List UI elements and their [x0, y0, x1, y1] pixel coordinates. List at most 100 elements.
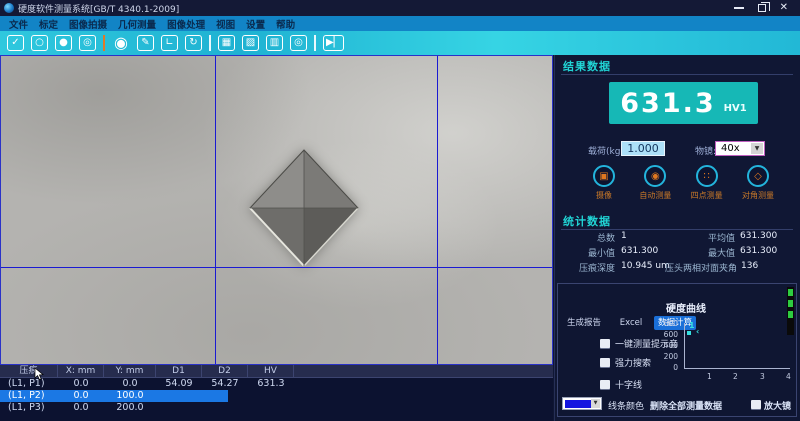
ruler-icon[interactable]: ∟	[161, 35, 178, 51]
load-input[interactable]: 1.000	[621, 141, 665, 156]
window-title: 硬度软件测量系统[GB/T 4340.1-2009]	[18, 2, 179, 15]
app-icon	[4, 3, 14, 13]
hardness-curve-plot: 1 ‹	[684, 323, 790, 369]
xtick-3: 3	[760, 372, 765, 381]
menu-geometry-measure[interactable]: 几何测量	[118, 17, 156, 31]
capture-label: 摄像	[596, 190, 612, 201]
line-color-label: 线条颜色	[608, 399, 644, 412]
scrollbar-thumb[interactable]	[788, 311, 793, 318]
ytick-0: 0	[658, 363, 678, 372]
divider	[561, 229, 793, 230]
camera-preview-icon[interactable]: ◎	[290, 35, 307, 51]
diagonal-measure-button[interactable]: ◇ 对角测量	[733, 165, 783, 201]
four-point-measure-button[interactable]: ∷ 四点测量	[682, 165, 732, 201]
total-value: 1	[621, 231, 627, 241]
crosshair-checkbox[interactable]	[600, 380, 610, 389]
capture-button[interactable]: ▣ 摄像	[579, 165, 629, 201]
crosshair-checkbox-label: 十字线	[615, 378, 642, 391]
menu-image-process[interactable]: 图像处理	[167, 17, 205, 31]
generate-report-button[interactable]: 生成报告	[562, 316, 606, 330]
menubar: 文件 标定 图像拍摄 几何测量 图像处理 视图 设置 帮助	[0, 16, 800, 31]
col-y[interactable]: Y: mm	[104, 365, 156, 377]
magnifier-checkbox[interactable]	[751, 400, 761, 409]
toolbar-separator	[103, 35, 105, 51]
color-swatch	[565, 400, 591, 408]
scrollbar-thumb[interactable]	[788, 300, 793, 307]
crosshair-vertical-line-right[interactable]	[437, 56, 438, 364]
auto-measure-button[interactable]: ◉ 自动测量	[630, 165, 680, 201]
line-color-dropdown[interactable]: ▼	[562, 397, 602, 410]
col-indent[interactable]: 压痕	[0, 365, 58, 377]
hardness-result-display: 631.3 HV1	[609, 82, 758, 124]
min-label: 最小值	[565, 246, 615, 259]
max-value: 631.300	[740, 246, 777, 256]
col-d2[interactable]: D2	[202, 365, 248, 377]
calibration-check-icon[interactable]: ✓	[7, 35, 24, 51]
table-row[interactable]: (L1, P3) 0.0 200.0	[0, 402, 553, 414]
action-buttons: ▣ 摄像 ◉ 自动测量 ∷ 四点测量 ◇ 对角测量	[579, 165, 783, 201]
table-row[interactable]: (L1, P1) 0.0 0.0 54.09 54.27 631.3	[0, 378, 553, 390]
objective-label: 物镜:	[695, 144, 716, 157]
grid-table-icon[interactable]: ▦	[218, 35, 235, 51]
close-icon[interactable]: ✕	[780, 3, 788, 13]
notepad-edit-icon[interactable]: ✎	[137, 35, 154, 51]
camera-target-icon[interactable]: ◎	[79, 35, 96, 51]
excel-export-button[interactable]: Excel	[614, 316, 648, 330]
crosshair-vertical-line-left[interactable]	[215, 56, 216, 364]
menu-settings[interactable]: 设置	[246, 17, 265, 31]
play-to-end-icon[interactable]: ▶▏	[323, 35, 344, 51]
toolbar-separator	[209, 35, 211, 51]
ytick-200: 200	[658, 352, 678, 361]
rotate-icon[interactable]: ↻	[185, 35, 202, 51]
total-label: 总数	[565, 231, 615, 244]
menu-image-capture[interactable]: 图像拍摄	[69, 17, 107, 31]
vertical-scrollbar[interactable]	[787, 287, 794, 335]
minimize-icon[interactable]	[734, 7, 744, 9]
strong-search-label: 强力搜索	[615, 356, 651, 369]
chart-title: 硬度曲线	[666, 300, 706, 315]
avg-label: 平均值	[673, 231, 735, 244]
col-hv[interactable]: HV	[248, 365, 294, 377]
camera-frame-icon[interactable]: ○	[31, 35, 48, 51]
strong-search-checkbox[interactable]	[600, 358, 610, 367]
magnifier-label: 放大镜	[764, 399, 791, 412]
right-panel: 结果数据 631.3 HV1 载荷(kg): 1.000 物镜: 40x ▼ ▣…	[554, 55, 800, 421]
scrollbar-thumb[interactable]	[788, 289, 793, 296]
objective-select[interactable]: 40x ▼	[715, 141, 765, 156]
chevron-down-icon[interactable]: ▼	[751, 143, 763, 154]
camera-capture-icon[interactable]: ●	[55, 35, 72, 51]
divider	[561, 74, 793, 75]
menu-help[interactable]: 帮助	[276, 17, 295, 31]
beep-checkbox[interactable]	[600, 339, 610, 348]
crosshair-horizontal-line[interactable]	[1, 267, 552, 268]
min-value: 631.300	[621, 246, 658, 256]
tools-chart-box: 生成报告 Excel 数据计算 一键测量提示音 强力搜索 十字线 ▼ 线条颜色 …	[557, 283, 797, 417]
lens-icon[interactable]: ◉	[112, 35, 130, 51]
col-x[interactable]: X: mm	[58, 365, 104, 377]
avg-value: 631.300	[740, 231, 777, 241]
restore-icon[interactable]	[758, 4, 766, 12]
auto-measure-icon: ◉	[644, 165, 666, 187]
max-label: 最大值	[673, 246, 735, 259]
data-point-marker	[687, 331, 691, 335]
image-icon[interactable]: ▨	[242, 35, 259, 51]
menu-calibration[interactable]: 标定	[39, 17, 58, 31]
col-d1[interactable]: D1	[156, 365, 202, 377]
vickers-indentation	[248, 148, 360, 268]
col-filler	[294, 365, 553, 377]
ytick-600: 600	[658, 330, 678, 339]
chevron-down-icon[interactable]: ▼	[591, 399, 600, 408]
menu-file[interactable]: 文件	[9, 17, 28, 31]
window-controls: ✕	[734, 3, 796, 13]
ytick-400: 400	[658, 341, 678, 350]
four-point-label: 四点测量	[691, 190, 723, 201]
xtick-4: 4	[786, 372, 791, 381]
table-header-row: 压痕 X: mm Y: mm D1 D2 HV	[0, 365, 553, 378]
data-point-pointer: ‹	[696, 327, 699, 336]
delete-all-data-button[interactable]: 删除全部测量数据	[650, 399, 722, 412]
menu-view[interactable]: 视图	[216, 17, 235, 31]
micrograph-viewport[interactable]	[0, 55, 553, 365]
capture-icon: ▣	[593, 165, 615, 187]
table-row-selected[interactable]: (L1, P2) 0.0 100.0	[0, 390, 553, 402]
trash-icon[interactable]: ▥	[266, 35, 283, 51]
